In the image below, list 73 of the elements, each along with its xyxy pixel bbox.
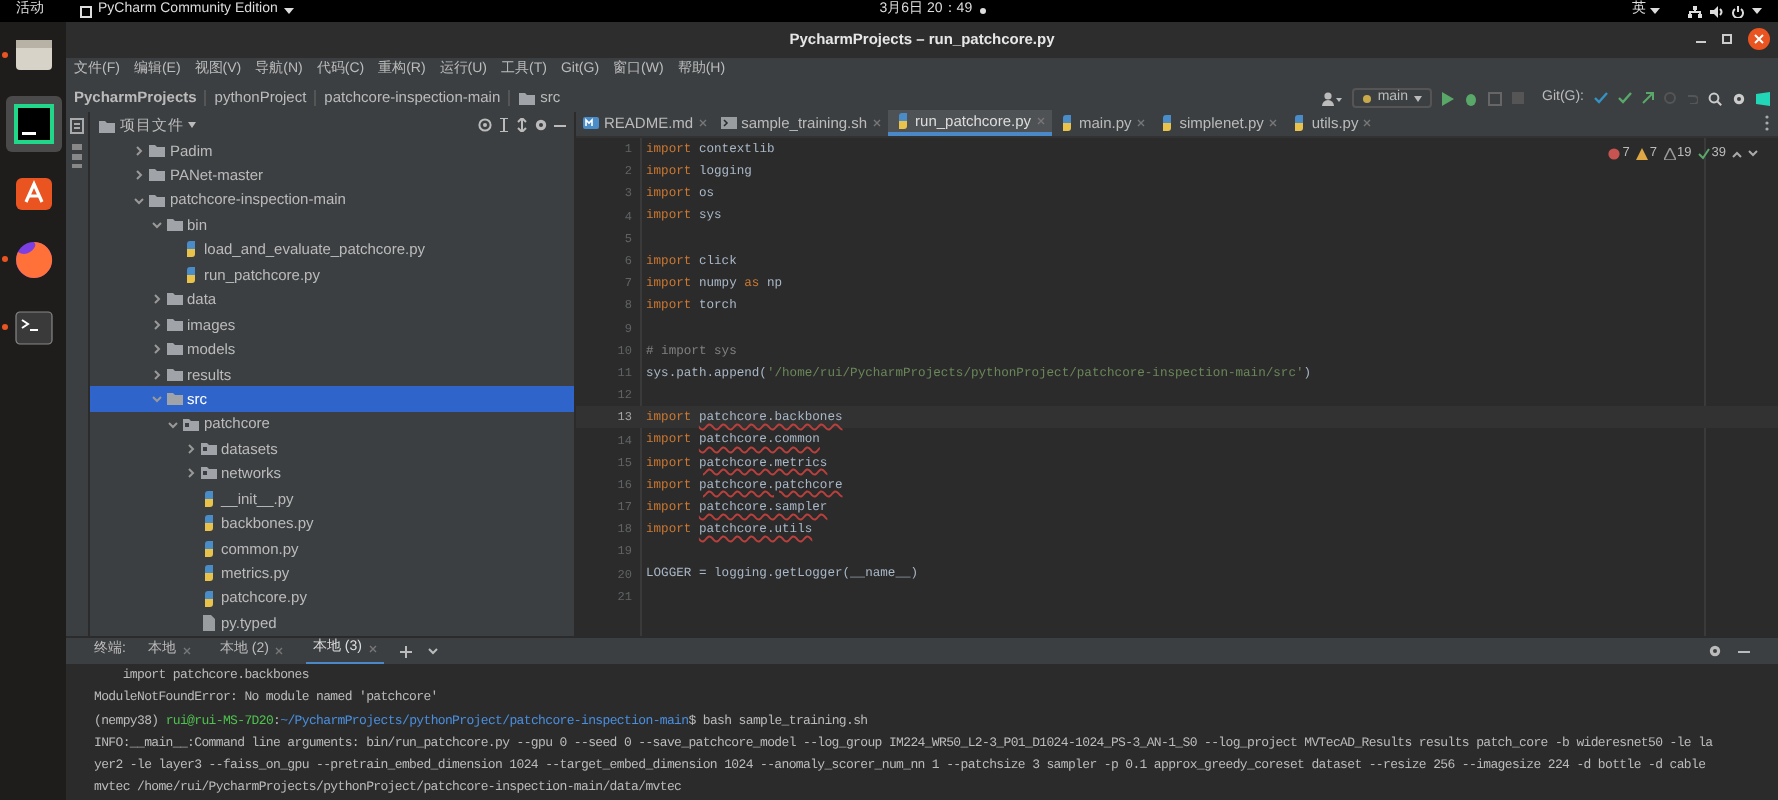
terminal-icon: [11, 306, 55, 350]
markdown-file-icon: [582, 114, 600, 132]
warning-icon: [1635, 147, 1648, 160]
chevron-right-icon: [151, 369, 161, 380]
weak-warning-icon: [1663, 147, 1676, 160]
chevron-right-icon: [134, 145, 144, 156]
folder-icon: [518, 90, 537, 106]
collapse-all-icon[interactable]: [516, 118, 528, 132]
caret-icon: [188, 122, 196, 128]
chevron-right-icon: [151, 344, 161, 355]
power-icon[interactable]: [1732, 5, 1744, 17]
python-file-icon: [199, 589, 217, 608]
package-icon: [199, 439, 217, 458]
chevron-up-icon[interactable]: [1732, 149, 1742, 158]
caret-icon: [1650, 7, 1660, 15]
chevron-right-icon: [185, 443, 195, 454]
locate-icon[interactable]: [478, 118, 492, 132]
maximize-icon[interactable]: [1722, 34, 1732, 44]
folder-icon: [98, 117, 116, 133]
chevron-down-icon: [134, 195, 144, 206]
project-icon[interactable]: [70, 118, 84, 134]
caret-icon: [283, 7, 294, 15]
branch-icon: [1361, 93, 1372, 103]
bug-icon[interactable]: [1464, 91, 1478, 105]
python-file-icon: [1289, 114, 1308, 132]
running-dot-icon: [1, 324, 7, 330]
search-icon[interactable]: [1708, 91, 1722, 105]
check-icon: [1697, 147, 1710, 160]
chevron-down-icon: [151, 220, 161, 231]
python-file-icon: [1057, 114, 1075, 132]
python-file-icon: [199, 539, 217, 558]
shell-file-icon: [719, 114, 738, 132]
running-dot-icon: [1, 52, 7, 58]
package-icon: [182, 415, 200, 434]
chevron-right-icon: [185, 468, 195, 479]
close-icon[interactable]: [1748, 28, 1770, 50]
user-icon[interactable]: [1321, 91, 1342, 105]
chevron-right-icon: [134, 170, 144, 181]
chevron-right-icon: [151, 294, 161, 305]
run-icon[interactable]: [1442, 91, 1454, 105]
structure-icon[interactable]: [70, 142, 84, 170]
status-dot-icon: [980, 8, 987, 14]
package-icon: [199, 464, 217, 483]
chevron-down-icon[interactable]: [1748, 149, 1758, 158]
window-icon: [80, 5, 92, 17]
chevron-right-icon: [151, 319, 161, 330]
python-file-icon: [1157, 114, 1176, 132]
caret-icon: [1414, 95, 1422, 101]
arrow-icon[interactable]: [1642, 92, 1654, 104]
file-icon: [199, 614, 217, 633]
chevron-down-icon: [151, 394, 161, 405]
chevron-down-icon: [168, 419, 178, 430]
more-icon[interactable]: [1764, 114, 1770, 132]
caret-icon[interactable]: [1752, 7, 1762, 15]
python-file-icon: [182, 265, 200, 284]
python-file-icon: [199, 489, 217, 508]
dock-item[interactable]: [5, 96, 61, 152]
add-icon[interactable]: [399, 645, 412, 657]
python-file-icon: [893, 112, 912, 130]
python-file-icon: [199, 564, 217, 583]
logo-icon[interactable]: [1756, 91, 1770, 105]
expand-all-icon[interactable]: [498, 118, 510, 132]
volume-icon[interactable]: [1710, 5, 1724, 17]
settings-icon[interactable]: [1732, 91, 1746, 105]
network-icon[interactable]: [1688, 5, 1702, 17]
error-icon: [1608, 147, 1621, 160]
python-file-icon: [182, 240, 200, 259]
python-file-icon: [199, 514, 217, 533]
settings-icon[interactable]: [1708, 644, 1722, 658]
globe-icon: [11, 238, 55, 282]
running-dot-icon: [1, 256, 7, 262]
ide-icon: [11, 102, 55, 146]
settings-icon[interactable]: [534, 118, 548, 132]
